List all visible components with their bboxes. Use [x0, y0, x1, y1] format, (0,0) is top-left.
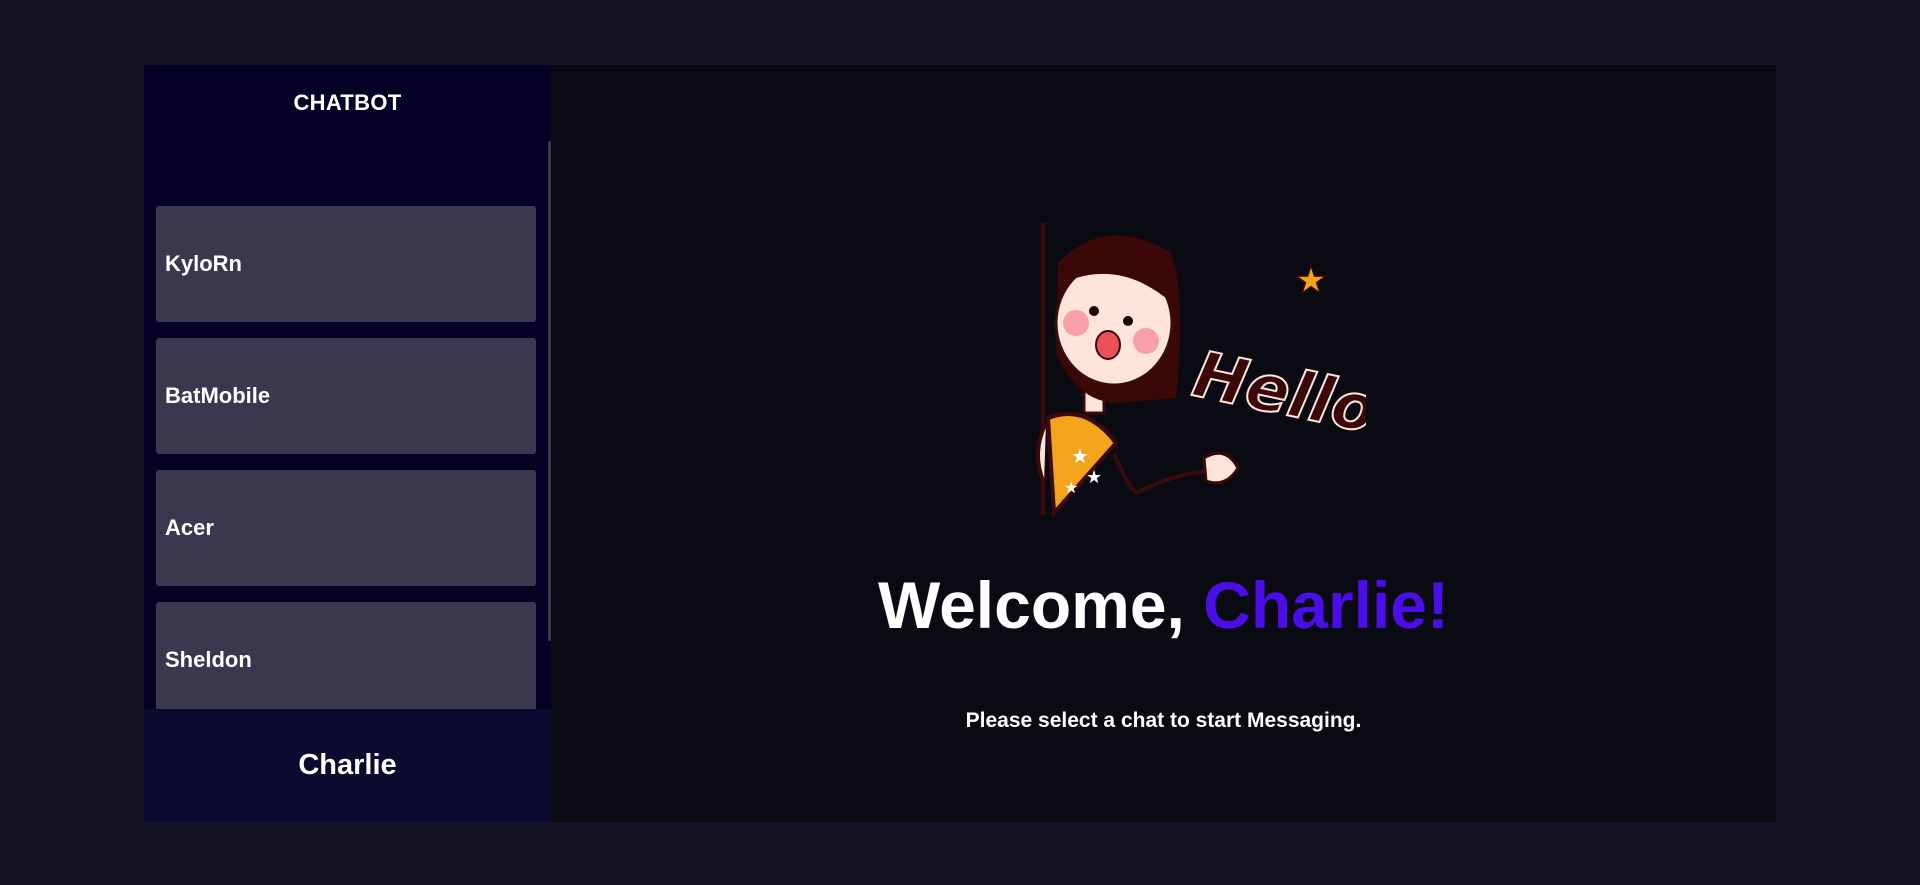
sidebar-title: CHATBOT	[293, 90, 402, 115]
hello-text: Hello	[1187, 338, 1366, 449]
chat-item-label: KyloRn	[165, 251, 242, 276]
current-user-name: Charlie	[298, 749, 397, 781]
hello-girl-illustration: ★ ★ ★ Hello ★	[1035, 223, 1366, 518]
chat-item-kylorn[interactable]: KyloRn	[156, 206, 536, 322]
waving-hand	[1202, 451, 1240, 485]
chat-item-sheldon[interactable]: Sheldon	[156, 602, 536, 709]
welcome-heading: Welcome, Charlie!	[551, 565, 1776, 645]
chat-item-label: Acer	[165, 515, 214, 540]
welcome-user-name: Charlie!	[1203, 568, 1449, 642]
main-panel: ★ ★ ★ Hello ★ Welcome, Charlie! Please s…	[551, 65, 1776, 822]
select-chat-hint: Please select a chat to start Messaging.	[965, 709, 1362, 732]
star-icon: ★	[1294, 258, 1328, 302]
sidebar: CHATBOT KyloRn BatMobile Acer Sheldon Ch…	[144, 65, 552, 822]
chat-item-acer[interactable]: Acer	[156, 470, 536, 586]
chat-app: CHATBOT KyloRn BatMobile Acer Sheldon Ch…	[144, 65, 1776, 822]
chat-item-label: Sheldon	[165, 647, 252, 672]
svg-text:★: ★	[1086, 467, 1102, 488]
chat-item-label: BatMobile	[165, 383, 271, 408]
chat-item-batmobile[interactable]: BatMobile	[156, 338, 536, 454]
svg-text:★: ★	[1064, 478, 1078, 497]
chat-list[interactable]: KyloRn BatMobile Acer Sheldon	[144, 141, 551, 709]
current-user-bar[interactable]: Charlie	[144, 709, 551, 822]
svg-text:★: ★	[1071, 444, 1089, 468]
welcome-prefix: Welcome,	[878, 568, 1185, 642]
